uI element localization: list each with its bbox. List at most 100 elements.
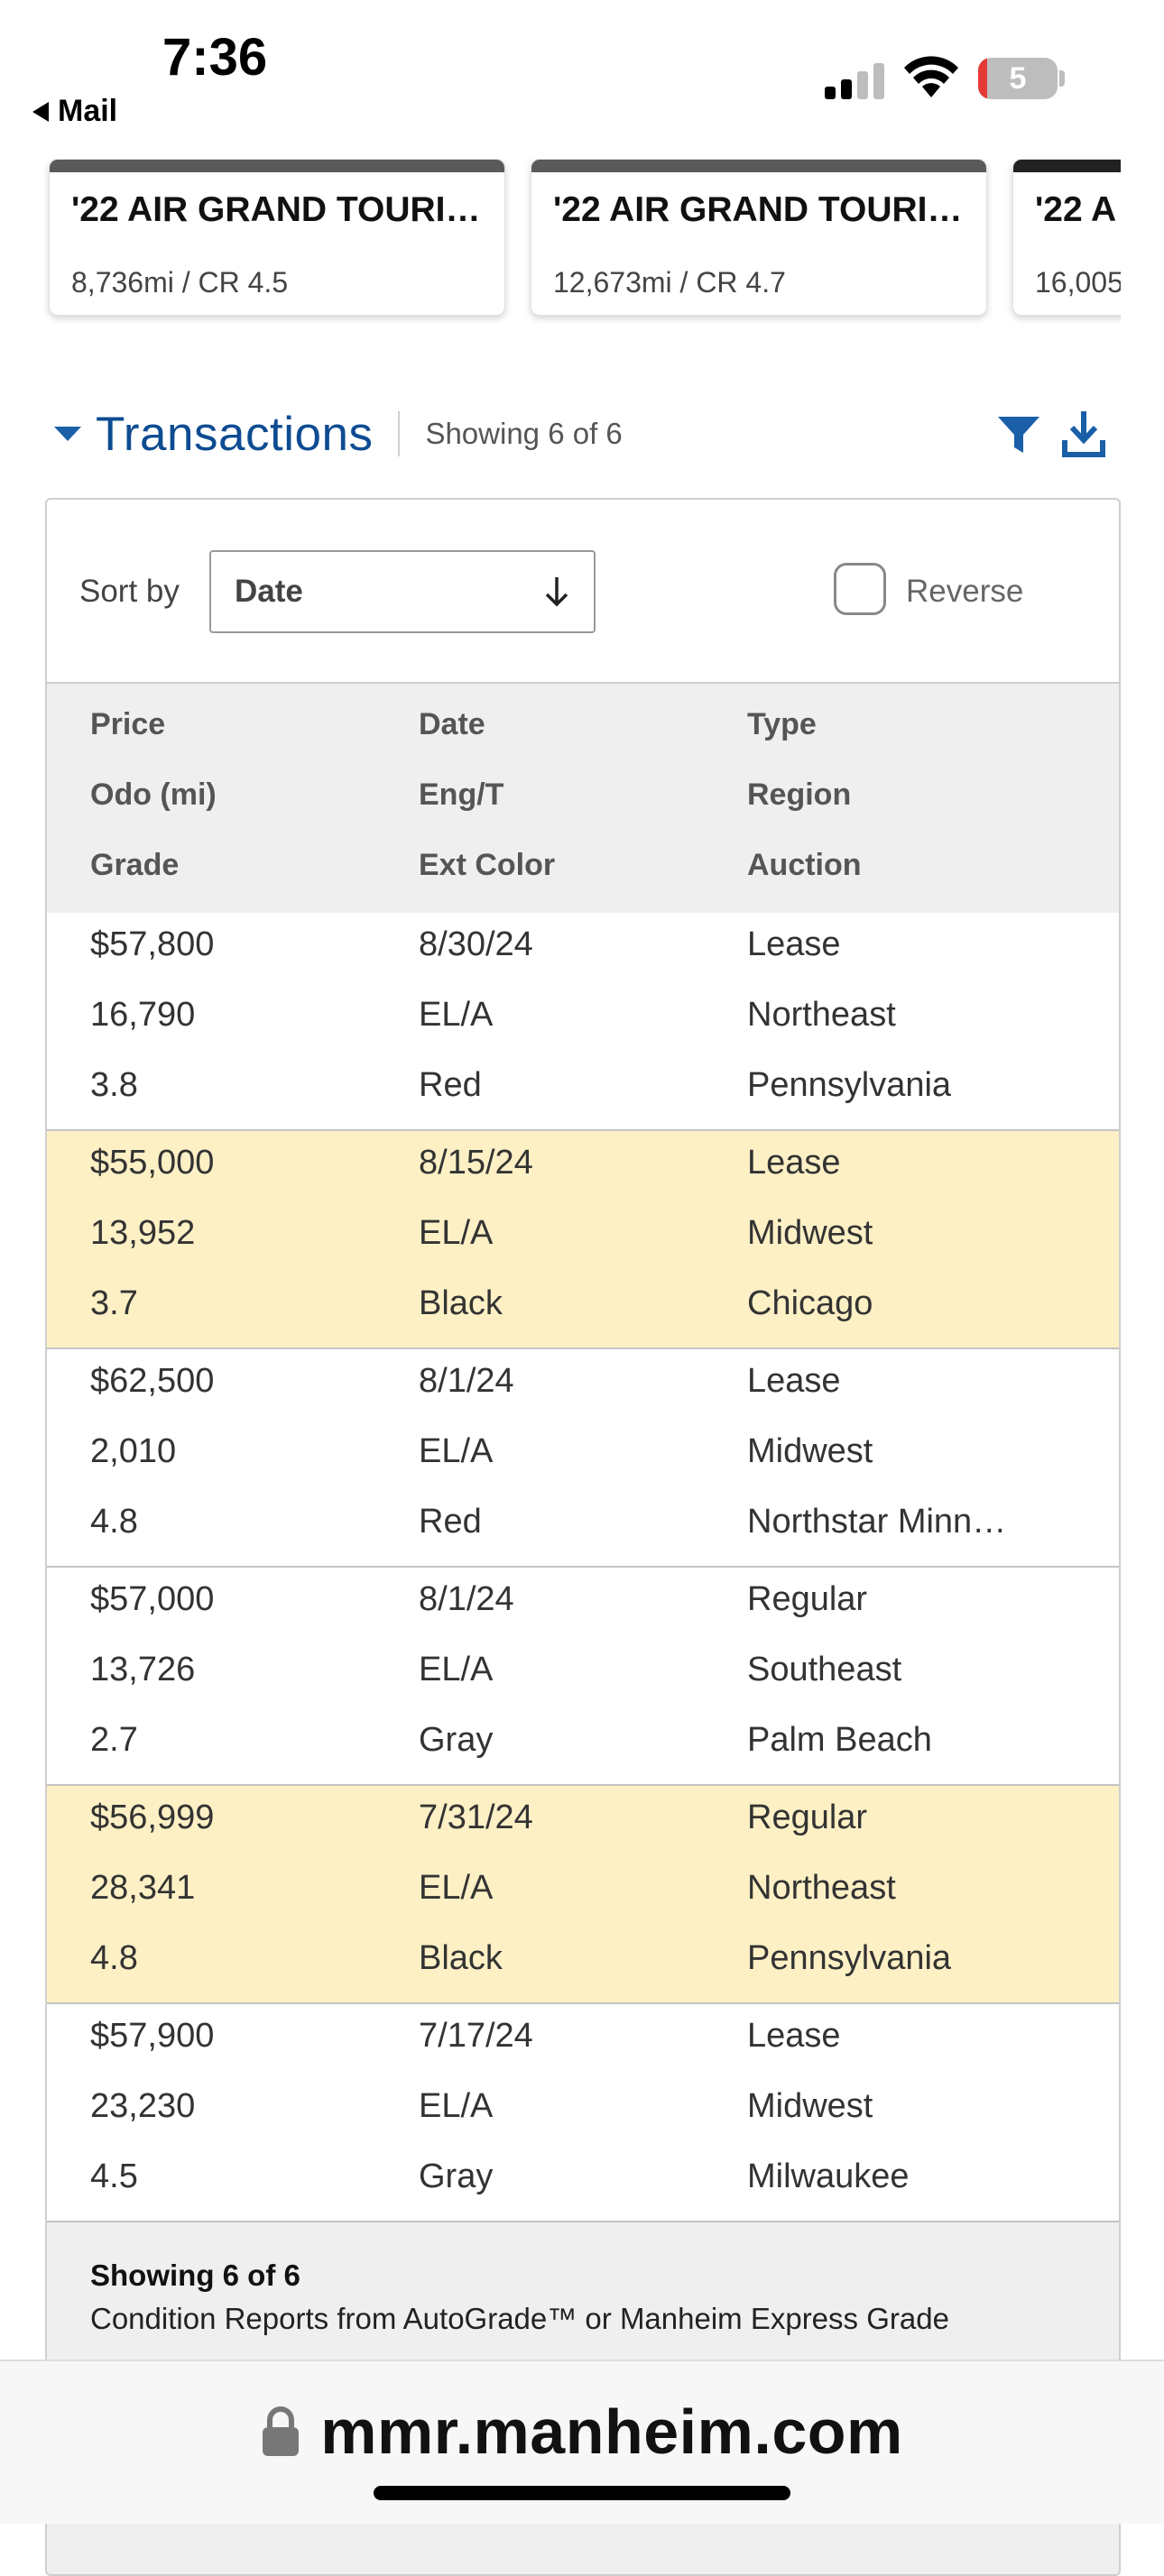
vehicle-image: [531, 160, 986, 172]
row-type: Regular: [747, 1799, 868, 1836]
row-type: Lease: [747, 1144, 841, 1182]
vehicle-card[interactable]: '22 AIR GRAND TOURI… 12,673mi / CR 4.7: [531, 159, 987, 316]
filter-icon[interactable]: [996, 413, 1041, 456]
back-label: Mail: [58, 94, 118, 128]
vehicle-image: [1013, 160, 1121, 172]
row-date: 7/17/24: [419, 2017, 533, 2055]
header-region[interactable]: Region: [747, 777, 851, 813]
row-grade: 2.7: [90, 1721, 138, 1759]
status-time: 7:36: [162, 28, 268, 87]
row-auction: Pennsylvania: [747, 1939, 952, 1977]
showing-count: Showing 6 of 6: [425, 417, 623, 450]
table-row[interactable]: $56,999 28,341 4.8 7/31/24 EL/A Black Re…: [47, 1786, 1119, 2004]
vehicle-card-title: '22 AIR GRAND TOURI…: [71, 190, 481, 229]
sort-select[interactable]: Date: [209, 550, 596, 633]
row-price: $57,900: [90, 2017, 215, 2055]
header-date[interactable]: Date: [419, 707, 485, 742]
row-ext-color: Black: [419, 1939, 503, 1977]
header-ext-color[interactable]: Ext Color: [419, 848, 555, 883]
row-region: Northeast: [747, 996, 896, 1034]
row-ext-color: Gray: [419, 1721, 494, 1759]
row-type: Regular: [747, 1580, 868, 1618]
row-price: $57,000: [90, 1580, 215, 1618]
row-region: Northeast: [747, 1869, 896, 1907]
row-engine-transmission: EL/A: [419, 1651, 494, 1688]
cellular-signal-icon: [825, 61, 888, 99]
row-engine-transmission: EL/A: [419, 996, 494, 1034]
row-type: Lease: [747, 2017, 841, 2055]
vehicle-card-title: '22 AIR GRAND TOURI…: [553, 190, 963, 229]
row-engine-transmission: EL/A: [419, 1432, 494, 1470]
vehicle-image: [50, 160, 504, 172]
row-grade: 4.8: [90, 1939, 138, 1977]
row-date: 8/1/24: [419, 1580, 514, 1618]
row-date: 8/15/24: [419, 1144, 533, 1182]
table-row[interactable]: $57,000 13,726 2.7 8/1/24 EL/A Gray Regu…: [47, 1568, 1119, 1786]
row-region: Midwest: [747, 1432, 873, 1470]
vehicle-carousel[interactable]: '22 AIR GRAND TOURI… 8,736mi / CR 4.5 '2…: [0, 159, 1121, 330]
row-price: $55,000: [90, 1144, 215, 1182]
reverse-label: Reverse: [906, 574, 1024, 609]
row-odometer: 13,952: [90, 1214, 196, 1252]
row-auction: Palm Beach: [747, 1721, 932, 1759]
sort-value: Date: [235, 574, 303, 609]
row-grade: 4.5: [90, 2157, 138, 2195]
header-type[interactable]: Type: [747, 707, 817, 742]
table-header: Price Odo (mi) Grade Date Eng/T Ext Colo…: [47, 682, 1119, 916]
transactions-table: Sort by Date Reverse Price Odo (mi) Grad…: [45, 498, 1121, 2576]
row-ext-color: Red: [419, 1503, 482, 1541]
vehicle-card-meta: 12,673mi / CR 4.7: [553, 266, 786, 299]
home-indicator[interactable]: [374, 2486, 790, 2500]
footer-showing-count: Showing 6 of 6: [90, 2259, 300, 2292]
arrow-down-icon: [545, 577, 568, 607]
header-auction[interactable]: Auction: [747, 848, 862, 883]
row-region: Midwest: [747, 1214, 873, 1252]
table-row[interactable]: $62,500 2,010 4.8 8/1/24 EL/A Red Lease …: [47, 1349, 1119, 1568]
row-grade: 3.8: [90, 1066, 138, 1104]
vehicle-card-meta: 8,736mi / CR 4.5: [71, 266, 289, 299]
row-engine-transmission: EL/A: [419, 2087, 494, 2125]
row-date: 8/1/24: [419, 1362, 514, 1400]
row-auction: Chicago: [747, 1284, 873, 1322]
wifi-icon: [904, 56, 958, 97]
row-price: $62,500: [90, 1362, 215, 1400]
battery-icon: 5: [978, 58, 1058, 99]
table-row[interactable]: $57,800 16,790 3.8 8/30/24 EL/A Red Leas…: [47, 913, 1119, 1131]
transactions-title[interactable]: Transactions: [96, 407, 373, 462]
url-text[interactable]: mmr.manheim.com: [320, 2396, 903, 2468]
vehicle-card[interactable]: '22 A 16,005: [1012, 159, 1121, 316]
row-odometer: 16,790: [90, 996, 196, 1034]
row-region: Midwest: [747, 2087, 873, 2125]
row-engine-transmission: EL/A: [419, 1214, 494, 1252]
row-auction: Milwaukee: [747, 2157, 910, 2195]
sort-label: Sort by: [79, 574, 180, 609]
divider: [398, 411, 401, 456]
transactions-header[interactable]: Transactions Showing 6 of 6: [54, 402, 623, 465]
row-odometer: 23,230: [90, 2087, 196, 2125]
row-date: 7/31/24: [419, 1799, 533, 1836]
row-ext-color: Red: [419, 1066, 482, 1104]
row-auction: Northstar Minn…: [747, 1503, 1007, 1541]
download-icon[interactable]: [1061, 409, 1106, 458]
row-date: 8/30/24: [419, 925, 533, 963]
table-row[interactable]: $57,900 23,230 4.5 7/17/24 EL/A Gray Lea…: [47, 2004, 1119, 2222]
battery-level: 5: [1009, 60, 1027, 96]
row-price: $56,999: [90, 1799, 215, 1836]
row-ext-color: Gray: [419, 2157, 494, 2195]
row-type: Lease: [747, 925, 841, 963]
row-type: Lease: [747, 1362, 841, 1400]
reverse-checkbox[interactable]: [834, 563, 886, 615]
back-to-mail-button[interactable]: Mail: [32, 94, 117, 129]
vehicle-card-meta: 16,005: [1035, 266, 1121, 299]
footer-note: Condition Reports from AutoGrade™ or Man…: [90, 2302, 949, 2335]
header-price[interactable]: Price: [90, 707, 165, 742]
vehicle-card[interactable]: '22 AIR GRAND TOURI… 8,736mi / CR 4.5: [49, 159, 505, 316]
header-engine-transmission[interactable]: Eng/T: [419, 777, 503, 813]
header-grade[interactable]: Grade: [90, 848, 179, 883]
table-row[interactable]: $55,000 13,952 3.7 8/15/24 EL/A Black Le…: [47, 1131, 1119, 1349]
row-grade: 4.8: [90, 1503, 138, 1541]
collapse-caret-icon[interactable]: [54, 427, 81, 441]
header-odometer[interactable]: Odo (mi): [90, 777, 217, 813]
row-odometer: 2,010: [90, 1432, 177, 1470]
row-region: Southeast: [747, 1651, 902, 1688]
